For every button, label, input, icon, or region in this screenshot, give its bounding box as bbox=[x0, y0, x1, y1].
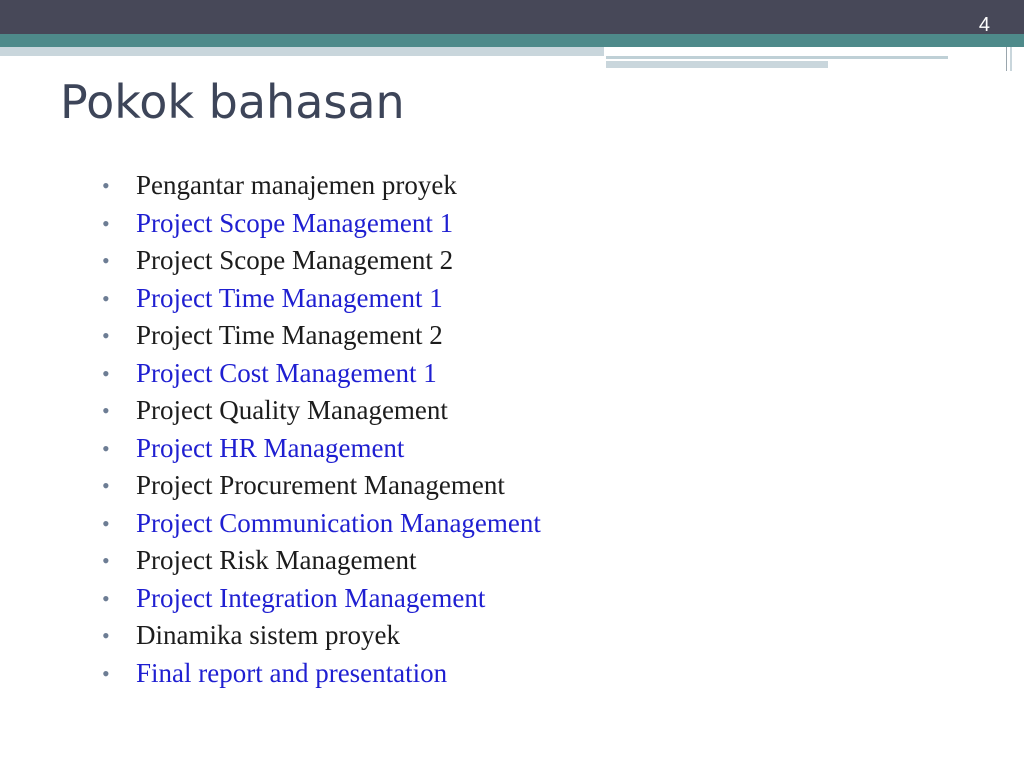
agenda-item: • Project Procurement Management bbox=[98, 467, 541, 505]
agenda-item-text: Project Integration Management bbox=[136, 582, 486, 613]
header-white-gap bbox=[604, 47, 1024, 56]
agenda-item-text: Project Cost Management 1 bbox=[136, 357, 437, 388]
bullet-icon: • bbox=[102, 210, 110, 236]
agenda-list: • Pengantar manajemen proyek • Project Scop… bbox=[98, 167, 541, 692]
agenda-item-text: Final report and presentation bbox=[136, 657, 448, 688]
agenda-item-text: Pengantar manajemen proyek bbox=[136, 170, 457, 200]
header-dark-band bbox=[0, 0, 1024, 34]
agenda-item-text: Project Scope Management 1 bbox=[136, 207, 454, 238]
agenda-item: • Project Scope Management 2 bbox=[98, 242, 541, 280]
bullet-icon: • bbox=[102, 473, 110, 498]
bullet-icon: • bbox=[102, 323, 110, 348]
header-vertical-line bbox=[1006, 47, 1007, 71]
agenda-item-text: Project Procurement Management bbox=[136, 470, 505, 500]
agenda-item: • Final report and presentation bbox=[98, 655, 541, 693]
bullet-icon: • bbox=[102, 285, 110, 311]
agenda-item: • Project Communication Management bbox=[98, 505, 541, 543]
agenda-item: • Project Time Management 1 bbox=[98, 280, 541, 318]
bullet-icon: • bbox=[102, 623, 110, 648]
bullet-icon: • bbox=[102, 360, 110, 386]
agenda-item: • Project Scope Management 1 bbox=[98, 205, 541, 243]
bullet-icon: • bbox=[102, 398, 110, 423]
slide: 4 Pokok bahasan • Pengantar manajemen pro… bbox=[0, 0, 1024, 768]
agenda-item: • Project Risk Management bbox=[98, 542, 541, 580]
agenda-item-text: Project Time Management 2 bbox=[136, 320, 443, 350]
bullet-icon: • bbox=[102, 660, 110, 686]
agenda-item: • Project Quality Management bbox=[98, 392, 541, 430]
bullet-icon: • bbox=[102, 248, 110, 273]
agenda-item-text: Project Scope Management 2 bbox=[136, 245, 454, 275]
bullet-icon: • bbox=[102, 435, 110, 461]
header-vertical-line-light bbox=[1010, 47, 1012, 71]
agenda-item: • Project Integration Management bbox=[98, 580, 541, 618]
header-accent-line-short bbox=[606, 61, 828, 68]
agenda-item: • Project Cost Management 1 bbox=[98, 355, 541, 393]
header-accent-line bbox=[606, 56, 948, 59]
header-teal-band bbox=[0, 34, 1024, 47]
bullet-icon: • bbox=[102, 173, 110, 198]
bullet-icon: • bbox=[102, 510, 110, 536]
agenda-item-text: Project Time Management 1 bbox=[136, 282, 443, 313]
agenda-item-text: Project HR Management bbox=[136, 432, 405, 463]
slide-title: Pokok bahasan bbox=[60, 75, 405, 129]
agenda-item-text: Dinamika sistem proyek bbox=[136, 620, 400, 650]
agenda-item-text: Project Communication Management bbox=[136, 507, 541, 538]
header-light-band bbox=[0, 47, 604, 56]
agenda-item: • Project HR Management bbox=[98, 430, 541, 468]
agenda-item-text: Project Quality Management bbox=[136, 395, 448, 425]
bullet-icon: • bbox=[102, 585, 110, 611]
agenda-item: • Dinamika sistem proyek bbox=[98, 617, 541, 655]
agenda-item: • Pengantar manajemen proyek bbox=[98, 167, 541, 205]
bullet-icon: • bbox=[102, 548, 110, 573]
page-number: 4 bbox=[978, 14, 990, 36]
agenda-item: • Project Time Management 2 bbox=[98, 317, 541, 355]
agenda-item-text: Project Risk Management bbox=[136, 545, 417, 575]
